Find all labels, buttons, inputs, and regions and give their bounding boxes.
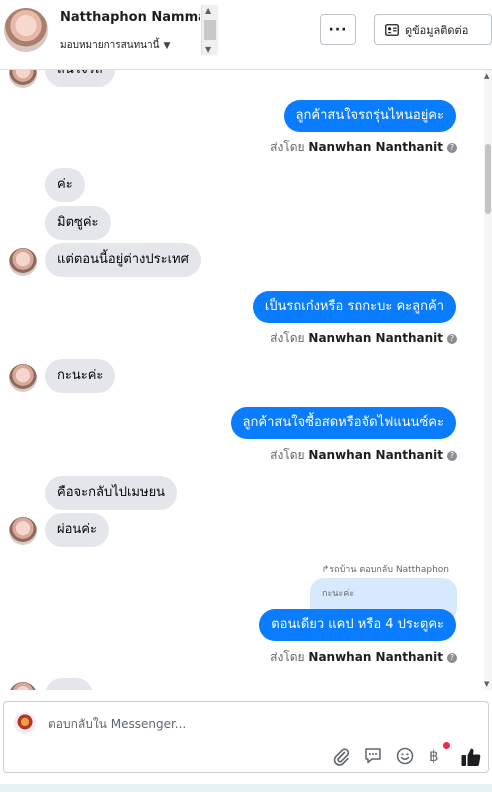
outgoing-message: ลูกค้าสนใจซื้อสดหรือจัดไฟแนนซ์คะ (230, 407, 456, 439)
reply-composer[interactable]: ตอบกลับใน Messenger... ฿ (3, 701, 489, 773)
reply-context-label: ↱รถบ้าน ตอบกลับ Natthaphon (322, 562, 449, 576)
contact-avatar-small[interactable] (9, 364, 37, 392)
sender-name[interactable]: Nanwhan Nanthanit (308, 140, 443, 154)
info-icon[interactable]: ? (447, 450, 457, 461)
view-contact-label: ดูข้อมูลติดต่อ (405, 23, 469, 37)
sent-by-prefix: ส่งโดย (270, 650, 305, 664)
outgoing-message: ลูกค้าสนใจรถรุ่นไหนอยู่คะ (283, 100, 456, 132)
scroll-up-icon[interactable]: ▲ (484, 72, 489, 80)
incoming-message: ผ่อนค่ะ (45, 513, 109, 547)
sent-by-prefix: ส่งโดย (270, 140, 305, 154)
incoming-message: แต่ตอนนี้อยู่ต่างประเทศ (45, 243, 201, 277)
bottom-strip (0, 784, 492, 792)
incoming-message: กะนะค่ะ (45, 359, 116, 393)
sent-by-label: ส่งโดย Nanwhan Nanthanit? (270, 648, 457, 667)
reply-label-text: รถบ้าน ตอบกลับ Natthaphon (329, 565, 449, 575)
contact-avatar-small[interactable] (9, 682, 37, 690)
contact-avatar-small[interactable] (9, 70, 37, 88)
header-scrollbar[interactable]: ▲ ▼ (201, 5, 218, 55)
notification-dot (443, 742, 450, 749)
scroll-thumb[interactable] (204, 20, 216, 40)
assign-label: มอบหมายการสนทนานี้ (60, 40, 160, 51)
contact-avatar-small[interactable] (9, 517, 37, 545)
contact-avatar[interactable] (4, 8, 48, 52)
sent-by-label: ส่งโดย Nanwhan Nanthanit? (270, 446, 457, 465)
message-scrollbar[interactable]: ▲ ▼ (484, 70, 492, 690)
sent-by-prefix: ส่งโดย (270, 331, 305, 345)
outgoing-message: ตอนเดียว แคป หรือ 4 ประตูคะ (259, 609, 456, 641)
scroll-down-icon[interactable]: ▼ (484, 680, 489, 688)
more-options-label: ··· (328, 21, 348, 38)
info-icon[interactable]: ? (447, 333, 457, 344)
caret-down-icon: ▼ (163, 41, 171, 51)
baht-payment-icon[interactable]: ฿ (429, 746, 449, 766)
scroll-up-icon[interactable]: ▲ (205, 6, 211, 15)
sent-by-prefix: ส่งโดย (270, 448, 305, 462)
emoji-icon[interactable] (395, 746, 415, 766)
incoming-message: คือจะกลับไปเมษยน (45, 476, 178, 510)
page-avatar (14, 712, 36, 734)
incoming-message: สนใจรถ (45, 70, 115, 87)
view-contact-button[interactable]: ดูข้อมูลติดต่อ (374, 14, 492, 45)
conversation-header: Natthaphon Nammala มอบหมายการสนทนานี้▼ ▲… (0, 0, 492, 70)
sent-by-label: ส่งโดย Nanwhan Nanthanit? (270, 329, 457, 348)
incoming-message: มิตซูค่ะ (45, 206, 111, 240)
sent-by-label: ส่งโดย Nanwhan Nanthanit? (270, 138, 457, 157)
paperclip-icon[interactable] (331, 746, 351, 766)
contact-name[interactable]: Natthaphon Nammala (60, 10, 200, 25)
contact-card-icon (385, 23, 399, 36)
scroll-thumb[interactable] (485, 144, 491, 214)
reply-input[interactable]: ตอบกลับใน Messenger... (48, 715, 186, 734)
sender-name[interactable]: Nanwhan Nanthanit (308, 448, 443, 462)
scroll-down-icon[interactable]: ▼ (205, 45, 211, 54)
sender-name[interactable]: Nanwhan Nanthanit (308, 650, 443, 664)
chat-bubble-icon[interactable] (363, 746, 383, 766)
contact-avatar-small[interactable] (9, 248, 37, 276)
incoming-message: ค่ะ (45, 168, 85, 202)
incoming-message-partial (45, 678, 93, 690)
message-thread[interactable]: สนใจรถ ลูกค้าสนใจรถรุ่นไหนอยู่คะ ส่งโดย … (0, 70, 484, 690)
info-icon[interactable]: ? (447, 142, 457, 153)
outgoing-message: เป็นรถเก๋งหรือ รถกะบะ คะลูกค้า (252, 291, 456, 323)
thumbs-up-icon[interactable] (460, 746, 482, 768)
more-options-button[interactable]: ··· (320, 14, 356, 45)
info-icon[interactable]: ? (447, 652, 457, 663)
assign-conversation-dropdown[interactable]: มอบหมายการสนทนานี้ ▼ (60, 38, 170, 53)
sender-name[interactable]: Nanwhan Nanthanit (308, 331, 443, 345)
